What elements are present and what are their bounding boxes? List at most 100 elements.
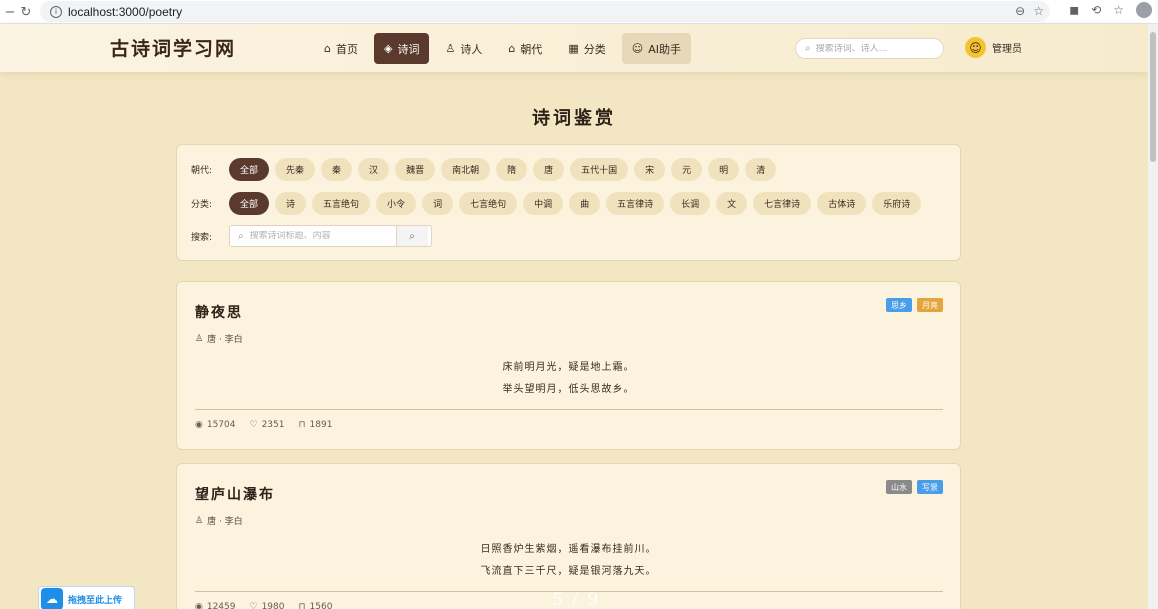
category-chip[interactable]: 文 <box>716 192 748 215</box>
poem-line: 举头望明月，低头思故乡。 <box>502 384 635 395</box>
dynasty-filter-label: 朝代: <box>191 166 213 176</box>
category-chip[interactable]: 五言绝句 <box>312 192 371 215</box>
nav-home[interactable]: ⌂ 首页 <box>314 33 368 64</box>
bookmark-star-icon[interactable]: ☆ <box>1033 4 1044 18</box>
main-nav: ⌂ 首页 ◈ 诗词 ♙ 诗人 ⌂ 朝代 ▦ 分类 ☺ AI助手 <box>314 33 691 64</box>
smile-icon: ☺ <box>631 42 644 55</box>
search-button[interactable]: ⌕ <box>395 226 428 246</box>
poem-tag[interactable]: 思乡 <box>886 298 912 312</box>
favorites-count: 1891 <box>309 420 333 430</box>
dynasty-chip[interactable]: 元 <box>671 158 703 181</box>
category-chip[interactable]: 古体诗 <box>817 192 867 215</box>
likes-stat[interactable]: ♡ 1980 <box>250 602 285 609</box>
category-filter-row: 分类: 全部 诗 五言绝句 小令 词 七言绝句 中调 曲 五言律诗 长调 文 七… <box>191 192 922 215</box>
person-icon: ♙ <box>195 515 204 526</box>
poem-author[interactable]: 唐 · 李白 <box>207 332 243 345</box>
cloud-upload-icon: ☁ <box>41 588 63 609</box>
eye-icon: ◉ <box>195 602 203 609</box>
poem-author[interactable]: 唐 · 李白 <box>207 514 243 527</box>
heart-icon: ♡ <box>249 420 258 430</box>
category-filter-label: 分类: <box>191 200 213 210</box>
category-chip[interactable]: 七言绝句 <box>459 192 518 215</box>
poem-search: ⌕ ⌕ <box>229 225 432 247</box>
poem-card[interactable]: 静夜思 思乡 月亮 ♙ 唐 · 李白 床前明月光，疑是地上霜。 举头望明月，低头思… <box>176 281 961 450</box>
dynasty-chip[interactable]: 隋 <box>496 158 528 181</box>
profile-avatar-icon[interactable] <box>1136 2 1152 18</box>
search-filter-row: 搜索: ⌕ ⌕ <box>191 225 432 247</box>
poem-card[interactable]: 望庐山瀑布 山水 写景 ♙ 唐 · 李白 日照香炉生紫烟，遥看瀑布挂前川。 飞流直… <box>176 463 961 609</box>
category-chip[interactable]: 五言律诗 <box>606 192 665 215</box>
dynasty-chip[interactable]: 先秦 <box>275 158 316 181</box>
likes-count: 1980 <box>261 602 285 609</box>
category-chip[interactable]: 全部 <box>229 192 270 215</box>
dynasty-chip[interactable]: 清 <box>745 158 777 181</box>
layers-icon: ◈ <box>383 42 393 55</box>
scroll-thumb[interactable] <box>1150 32 1156 162</box>
zoom-icon[interactable]: ⊖ <box>1015 4 1025 18</box>
poem-tags: 思乡 月亮 <box>886 298 943 312</box>
extension-icon[interactable]: ◼ <box>1069 3 1079 17</box>
category-chip[interactable]: 中调 <box>523 192 564 215</box>
category-chip[interactable]: 长调 <box>670 192 711 215</box>
category-chip[interactable]: 小令 <box>376 192 417 215</box>
poem-title[interactable]: 静夜思 <box>195 302 243 322</box>
site-logo[interactable]: 古诗词学习网 <box>110 34 236 61</box>
page-scrollbar[interactable] <box>1148 24 1158 609</box>
dynasty-chip[interactable]: 宋 <box>634 158 666 181</box>
favorites-stat[interactable]: ⊓ 1560 <box>298 602 332 609</box>
category-chip[interactable]: 七言律诗 <box>753 192 812 215</box>
views-stat: ◉ 12459 <box>195 602 236 609</box>
search-icon: ⌕ <box>805 43 811 54</box>
dynasty-chip[interactable]: 汉 <box>358 158 390 181</box>
nav-label: 首页 <box>335 42 358 56</box>
category-chip[interactable]: 诗 <box>275 192 307 215</box>
url-text: localhost:3000/poetry <box>68 4 183 19</box>
poem-tag[interactable]: 写景 <box>917 480 943 494</box>
reload-icon[interactable]: ↻ <box>16 2 36 22</box>
site-info-icon[interactable]: i <box>50 5 62 18</box>
header-search[interactable]: ⌕ <box>795 38 944 59</box>
building-icon: ⌂ <box>508 42 516 55</box>
poem-line: 日照香炉生紫烟，遥看瀑布挂前川。 <box>480 544 657 555</box>
poem-meta: ♙ 唐 · 李白 <box>195 332 243 346</box>
poem-tag[interactable]: 山水 <box>886 480 912 494</box>
search-icon: ⌕ <box>238 230 244 242</box>
user-menu[interactable]: ☺ 管理员 <box>965 37 1022 58</box>
nav-dynasties[interactable]: ⌂ 朝代 <box>498 33 552 64</box>
poem-title[interactable]: 望庐山瀑布 <box>195 484 275 504</box>
nav-categories[interactable]: ▦ 分类 <box>558 33 615 64</box>
dynasty-chip[interactable]: 五代十国 <box>570 158 629 181</box>
dynasty-chip[interactable]: 南北朝 <box>441 158 491 181</box>
page-title: 诗词鉴赏 <box>532 108 616 129</box>
poem-lines: 床前明月光，疑是地上霜。 举头望明月，低头思故乡。 <box>177 358 960 402</box>
upload-label: 拖拽至此上传 <box>68 595 123 606</box>
nav-poetry[interactable]: ◈ 诗词 <box>373 33 430 64</box>
views-count: 15704 <box>206 420 236 430</box>
address-bar[interactable]: i localhost:3000/poetry ⊖ ☆ <box>40 1 1050 22</box>
avatar: ☺ <box>965 37 986 58</box>
poem-search-input[interactable] <box>249 231 396 241</box>
nav-ai-assistant[interactable]: ☺ AI助手 <box>621 33 691 64</box>
upload-widget[interactable]: ☁ 拖拽至此上传 <box>38 586 135 609</box>
category-chip[interactable]: 曲 <box>569 192 601 215</box>
category-chip[interactable]: 乐府诗 <box>872 192 922 215</box>
dynasty-chip[interactable]: 明 <box>708 158 740 181</box>
dynasty-chip[interactable]: 秦 <box>321 158 353 181</box>
divider <box>195 409 943 410</box>
dynasty-chip[interactable]: 全部 <box>229 158 270 181</box>
poem-tag[interactable]: 月亮 <box>917 298 943 312</box>
extensions-puzzle-icon[interactable]: ⟲ <box>1091 3 1101 17</box>
bookmark-icon: ⊓ <box>298 420 306 430</box>
category-chip[interactable]: 词 <box>422 192 454 215</box>
nav-label: 诗人 <box>460 42 483 56</box>
likes-stat[interactable]: ♡ 2351 <box>250 420 285 430</box>
views-stat: ◉ 15704 <box>195 420 236 430</box>
favorites-stat[interactable]: ⊓ 1891 <box>298 420 332 430</box>
header-search-input[interactable] <box>815 43 926 54</box>
dynasty-chip[interactable]: 魏晋 <box>395 158 436 181</box>
poem-lines: 日照香炉生紫烟，遥看瀑布挂前川。 飞流直下三千尺，疑是银河落九天。 <box>177 540 960 584</box>
dynasty-chip[interactable]: 唐 <box>533 158 565 181</box>
nav-poets[interactable]: ♙ 诗人 <box>435 33 492 64</box>
favorites-icon[interactable]: ☆ <box>1113 3 1124 17</box>
poem-line: 床前明月光，疑是地上霜。 <box>502 362 635 373</box>
